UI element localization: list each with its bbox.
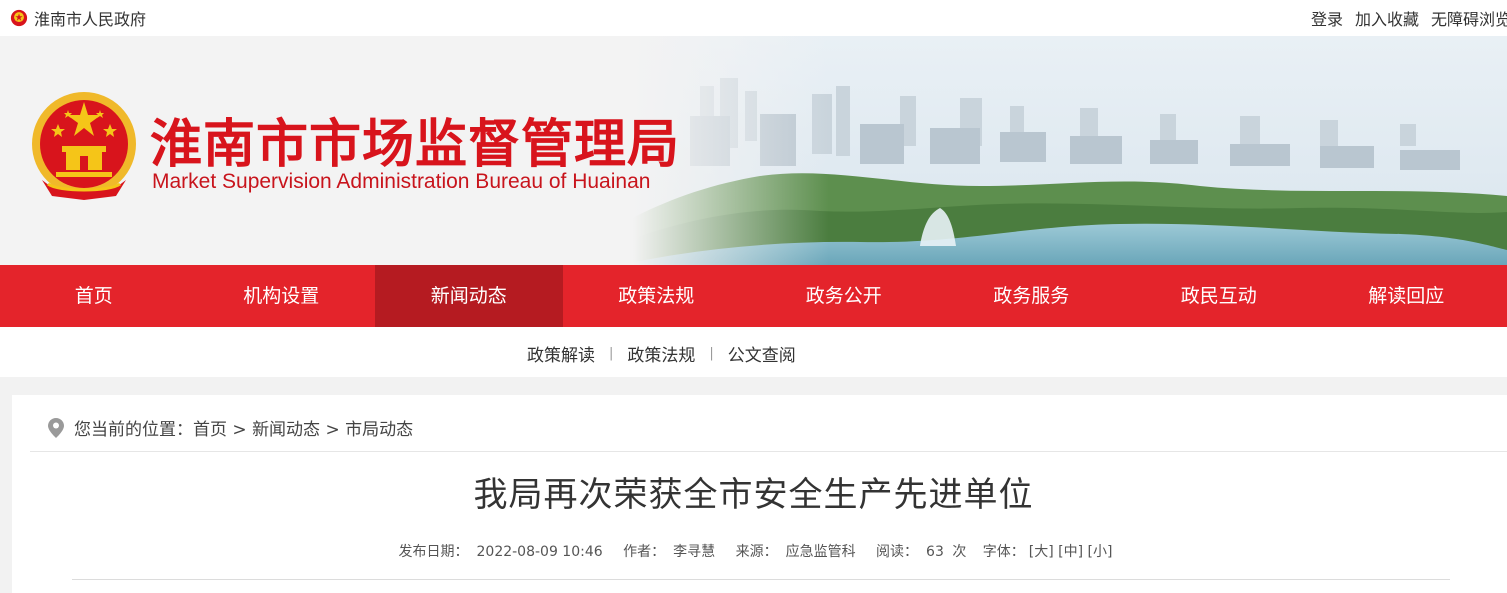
nav-item-news[interactable]: 新闻动态 [375,265,563,327]
article-title: 我局再次荣获全市安全生产先进单位 [473,475,1034,515]
breadcrumb-news[interactable]: 新闻动态 [252,420,320,440]
top-links: 登录 加入收藏 无障碍浏览 [1311,6,1507,30]
breadcrumb-separator: > [325,420,340,440]
nav-item-government-services[interactable]: 政务服务 [938,265,1126,327]
meta-divider [72,579,1450,580]
nav-item-public-interaction[interactable]: 政民互动 [1125,265,1313,327]
location-pin-icon [48,417,64,438]
login-link[interactable]: 登录 [1311,6,1343,30]
publish-label: 发布日期： [398,544,469,560]
bureau-title-en: Market Supervision Administration Bureau… [152,170,651,193]
breadcrumb-city-news[interactable]: 市局动态 [345,420,413,440]
subnav-policy-regulations[interactable]: 政策法规 [627,341,695,366]
views-count: 63 [926,544,944,560]
author-label: 作者： [623,544,666,560]
font-size-medium-button[interactable]: [中] [1058,544,1083,560]
subnav-policy-interpretation[interactable]: 政策解读 [527,341,595,366]
views-unit: 次 [952,544,967,560]
main-nav: 首页 机构设置 新闻动态 政策法规 政务公开 政务服务 政民互动 解读回应 [0,265,1507,327]
subnav-document-lookup[interactable]: 公文查阅 [728,341,796,366]
font-size-small-button[interactable]: [小] [1088,544,1113,560]
breadcrumb-prefix: 您当前的位置： [74,420,193,440]
nav-item-organization[interactable]: 机构设置 [188,265,376,327]
source: 应急监管科 [785,544,856,560]
author: 李寻慧 [673,544,716,560]
bureau-title-cn: 淮南市市场监督管理局 [150,115,681,175]
subnav-separator: | [709,346,714,361]
sub-nav: 政策解读 | 政策法规 | 公文查阅 [0,327,1507,377]
nav-item-government-affairs[interactable]: 政务公开 [750,265,938,327]
national-emblem-logo [32,92,136,200]
site-name[interactable]: 淮南市人民政府 [34,6,146,30]
national-emblem-icon [10,9,28,27]
site-link[interactable]: 淮南市人民政府 [10,6,146,30]
breadcrumb-divider [30,451,1507,452]
source-label: 来源： [735,544,778,560]
font-size-label: 字体： [982,544,1025,560]
publish-date: 2022-08-09 10:46 [476,544,603,560]
breadcrumb-separator: > [232,420,247,440]
header-banner: 淮南市市场监督管理局 Market Supervision Administra… [0,36,1507,265]
accessibility-link[interactable]: 无障碍浏览 [1431,6,1507,30]
views-label: 阅读： [876,544,919,560]
font-size-large-button[interactable]: [大] [1029,544,1054,560]
add-favorite-link[interactable]: 加入收藏 [1355,6,1419,30]
top-bar: 淮南市人民政府 登录 加入收藏 无障碍浏览 [0,0,1507,36]
nav-item-policy-regulations[interactable]: 政策法规 [563,265,751,327]
nav-item-home[interactable]: 首页 [0,265,188,327]
article-container: 您当前的位置：首页 > 新闻动态 > 市局动态 我局再次荣获全市安全生产先进单位… [12,395,1507,593]
subnav-separator: | [609,346,614,361]
nav-item-interpretation[interactable]: 解读回应 [1313,265,1501,327]
breadcrumb: 您当前的位置：首页 > 新闻动态 > 市局动态 [48,415,413,440]
article-meta: 发布日期： 2022-08-09 10:46 作者： 李寻慧 来源： 应急监管科 阅读… [12,541,1495,561]
breadcrumb-home[interactable]: 首页 [193,420,227,440]
